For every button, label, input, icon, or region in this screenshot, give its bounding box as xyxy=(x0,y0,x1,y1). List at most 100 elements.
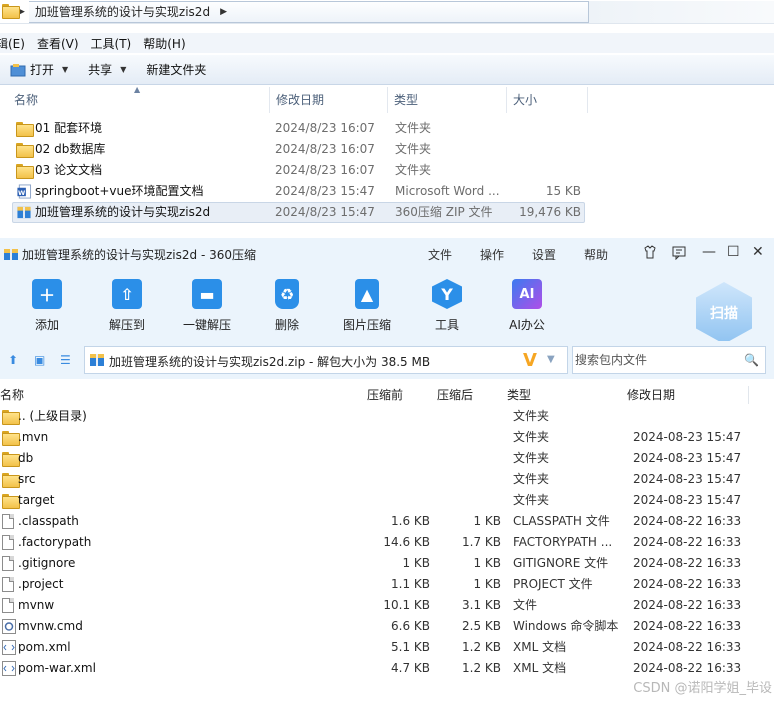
file-size: 15 KB xyxy=(545,184,581,198)
list-item[interactable]: .classpath 1.6 KB 1 KB CLASSPATH 文件 2024… xyxy=(0,511,774,532)
recycle-icon: ♻ xyxy=(275,279,299,309)
extract-to-button[interactable]: ⇧ 解压到 xyxy=(87,279,167,333)
column-name[interactable]: 名称 xyxy=(0,386,24,403)
scan-button[interactable]: 扫描 xyxy=(696,282,752,344)
folder-icon xyxy=(2,409,20,425)
scan-label: 扫描 xyxy=(696,282,752,344)
menu-tools[interactable]: 工具(T) xyxy=(87,35,140,52)
list-item[interactable]: mvnw.cmd 6.6 KB 2.5 KB Windows 命令脚本 2024… xyxy=(0,616,774,637)
menu-help[interactable]: 帮助(H) xyxy=(139,35,193,52)
file-type: FACTORYPATH ... xyxy=(513,535,613,549)
tools-label: 工具 xyxy=(434,318,459,332)
breadcrumb[interactable]: 加班管理系统的设计与实现zis2d ▶ xyxy=(28,0,589,23)
file-type: XML 文档 xyxy=(513,640,567,654)
chevron-right-icon[interactable]: ▶ xyxy=(216,7,231,17)
minimize-button[interactable]: — xyxy=(702,244,716,260)
address-bar-blank xyxy=(588,0,774,23)
file-date: 2024-08-22 16:33 xyxy=(633,556,742,570)
original-size: 10.1 KB xyxy=(383,598,430,612)
file-date: 2024/8/23 16:07 xyxy=(275,142,375,156)
list-item[interactable]: mvnw 10.1 KB 3.1 KB 文件 2024-08-22 16:33 xyxy=(0,595,774,616)
file-name: mvnw.cmd xyxy=(18,619,83,633)
original-size: 1.6 KB xyxy=(391,514,430,528)
image-compress-icon: ▲ xyxy=(355,279,379,309)
list-item-selected[interactable]: 加班管理系统的设计与实现zis2d 2024/8/23 15:47 360压缩 … xyxy=(0,202,774,223)
list-item[interactable]: .gitignore 1 KB 1 KB GITIGNORE 文件 2024-0… xyxy=(0,553,774,574)
file-name: src xyxy=(18,472,36,486)
file-date: 2024-08-23 15:47 xyxy=(633,451,742,465)
new-folder-button[interactable]: 新建文件夹 xyxy=(136,55,216,85)
list-item[interactable]: src 文件夹 2024-08-23 15:47 xyxy=(0,469,774,490)
close-button[interactable]: ✕ xyxy=(752,244,764,260)
compressed-size: 1 KB xyxy=(473,556,501,570)
image-compress-button[interactable]: ▲ 图片压缩 xyxy=(327,279,407,333)
menu-view[interactable]: 查看(V) xyxy=(33,35,87,52)
list-item[interactable]: 02 db数据库 2024/8/23 16:07 文件夹 xyxy=(0,139,774,160)
menu-operation[interactable]: 操作 xyxy=(480,246,504,263)
list-item[interactable]: .mvn 文件夹 2024-08-23 15:47 xyxy=(0,427,774,448)
window-title: 加班管理系统的设计与实现zis2d - 360压缩 xyxy=(22,248,257,262)
search-box[interactable]: 🔍 xyxy=(572,346,766,374)
list-item[interactable]: pom.xml 5.1 KB 1.2 KB XML 文档 2024-08-22 … xyxy=(0,637,774,658)
menu-help[interactable]: 帮助 xyxy=(584,246,608,263)
column-name[interactable]: 名称 xyxy=(8,87,270,113)
list-item[interactable]: W springboot+vue环境配置文档 2024/8/23 15:47 M… xyxy=(0,181,774,202)
menu-edit[interactable]: 辑(E) xyxy=(0,35,33,52)
file-type: 文件夹 xyxy=(513,451,550,465)
explorer-toolbar: 打开 ▼ 共享 ▼ 新建文件夹 xyxy=(0,55,774,85)
file-date: 2024-08-23 15:47 xyxy=(633,493,742,507)
list-view-icon[interactable]: ☰ xyxy=(60,353,71,367)
compressed-size: 1.2 KB xyxy=(462,640,501,654)
file-type: 文件 xyxy=(513,598,538,612)
column-date[interactable]: 修改日期 xyxy=(270,87,388,113)
file-type: CLASSPATH 文件 xyxy=(513,514,610,528)
one-click-extract-button[interactable]: ▬ 一键解压 xyxy=(167,279,247,333)
list-item[interactable]: target 文件夹 2024-08-23 15:47 xyxy=(0,490,774,511)
zip-path-bar[interactable]: 加班管理系统的设计与实现zis2d.zip - 解包大小为 38.5 MB V … xyxy=(84,346,568,374)
file-name: .. (上级目录) xyxy=(18,409,87,423)
explorer-column-header: ▲ 名称 修改日期 类型 大小 xyxy=(0,85,774,113)
ai-office-button[interactable]: AI AI办公 xyxy=(487,279,567,333)
tools-button[interactable]: Y 工具 xyxy=(407,279,487,333)
list-item[interactable]: .factorypath 14.6 KB 1.7 KB FACTORYPATH … xyxy=(0,532,774,553)
folder-icon xyxy=(16,121,34,137)
list-item[interactable]: .project 1.1 KB 1 KB PROJECT 文件 2024-08-… xyxy=(0,574,774,595)
original-size: 1.1 KB xyxy=(391,577,430,591)
column-compressed-size[interactable]: 压缩后 xyxy=(437,386,473,403)
folder-icon xyxy=(2,493,20,509)
open-button[interactable]: 打开 ▼ xyxy=(0,55,78,85)
menu-file[interactable]: 文件 xyxy=(428,246,452,263)
up-arrow-icon[interactable]: ⬆ xyxy=(8,353,18,367)
delete-button[interactable]: ♻ 删除 xyxy=(247,279,327,333)
list-item[interactable]: pom-war.xml 4.7 KB 1.2 KB XML 文档 2024-08… xyxy=(0,658,774,679)
share-button[interactable]: 共享 ▼ xyxy=(78,55,136,85)
list-item[interactable]: db 文件夹 2024-08-23 15:47 xyxy=(0,448,774,469)
search-icon[interactable]: 🔍 xyxy=(744,353,759,367)
svg-text:W: W xyxy=(18,189,26,197)
menu-settings[interactable]: 设置 xyxy=(532,246,556,263)
column-type[interactable]: 类型 xyxy=(507,386,531,403)
list-item[interactable]: .. (上级目录) 文件夹 xyxy=(0,406,774,427)
folder-icon xyxy=(2,3,20,20)
extract-to-icon: ⇧ xyxy=(112,279,142,309)
add-button[interactable]: ＋ 添加 xyxy=(7,279,87,333)
thumbnail-view-icon[interactable]: ▣ xyxy=(34,353,45,367)
zip-column-header: 名称 压缩前 压缩后 类型 修改日期 xyxy=(0,384,774,404)
list-item[interactable]: 03 论文文档 2024/8/23 16:07 文件夹 xyxy=(0,160,774,181)
column-size[interactable]: 大小 xyxy=(507,87,588,113)
chevron-down-icon[interactable]: ▼ xyxy=(547,354,555,365)
search-input[interactable] xyxy=(575,348,735,372)
column-original-size[interactable]: 压缩前 xyxy=(367,386,403,403)
file-date: 2024-08-23 15:47 xyxy=(633,430,742,444)
file-date: 2024/8/23 16:07 xyxy=(275,121,375,135)
column-date[interactable]: 修改日期 xyxy=(627,386,675,403)
maximize-button[interactable]: ☐ xyxy=(727,244,740,260)
column-type[interactable]: 类型 xyxy=(388,87,507,113)
file-icon xyxy=(2,577,16,592)
breadcrumb-current[interactable]: 加班管理系统的设计与实现zis2d xyxy=(29,3,216,20)
file-type: 文件夹 xyxy=(395,142,432,156)
skin-icon[interactable] xyxy=(642,244,658,264)
list-item[interactable]: 01 配套环境 2024/8/23 16:07 文件夹 xyxy=(0,118,774,139)
message-icon[interactable] xyxy=(671,244,687,264)
file-type: 360压缩 ZIP 文件 xyxy=(395,205,493,219)
